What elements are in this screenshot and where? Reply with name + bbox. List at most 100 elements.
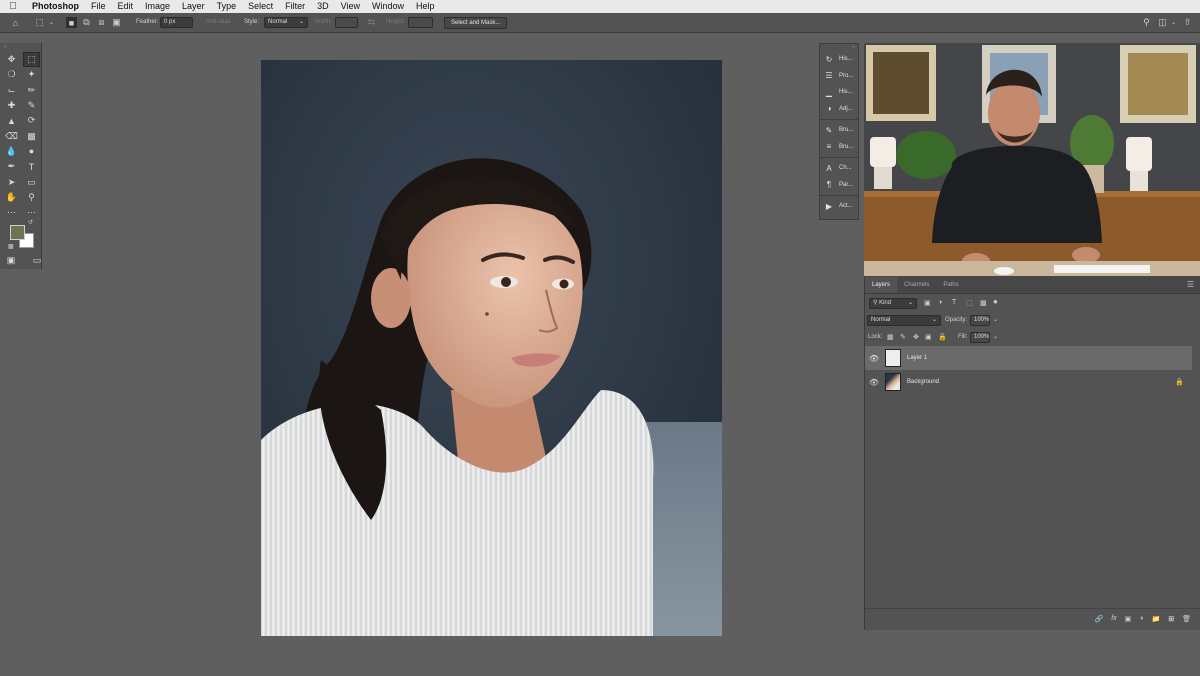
menu-select[interactable]: Select xyxy=(242,0,279,13)
filter-toggle-icon[interactable]: ● xyxy=(993,297,998,306)
home-icon[interactable]: ⌂ xyxy=(10,17,21,28)
chevron-down-icon[interactable]: ⌄ xyxy=(993,316,998,323)
layer-row-background[interactable]: 👁 Background 🔒 xyxy=(865,370,1192,394)
add-mask-icon[interactable]: ▣ xyxy=(1125,615,1132,623)
new-layer-icon[interactable]: ⊞ xyxy=(1168,615,1174,623)
swap-colors-icon[interactable]: ↺ xyxy=(28,219,33,226)
path-selection-tool-icon[interactable]: ➤ xyxy=(3,174,20,189)
panel-menu-icon[interactable]: ☰ xyxy=(1187,280,1194,289)
width-input[interactable] xyxy=(335,17,358,28)
new-selection-icon[interactable]: ■ xyxy=(66,17,77,28)
brush-tool-icon[interactable]: ✎ xyxy=(23,98,40,113)
app-menu[interactable]: Photoshop xyxy=(26,0,85,13)
type-tool-icon[interactable]: T xyxy=(23,159,40,174)
lasso-tool-icon[interactable]: ❍ xyxy=(3,67,20,82)
subtract-selection-icon[interactable]: ⧈ xyxy=(96,17,107,28)
fill-input[interactable]: 100% xyxy=(970,332,990,343)
menu-type[interactable]: Type xyxy=(211,0,243,13)
panel-character[interactable]: A Ch... xyxy=(820,160,858,177)
workspace-icon[interactable]: ◫ xyxy=(1157,17,1168,28)
marquee-tool-icon[interactable]: ⬚ xyxy=(23,52,40,68)
panel-adjustments[interactable]: ◑ Adj... xyxy=(820,101,858,118)
lock-position-icon[interactable]: ✥ xyxy=(913,333,919,341)
panel-brushes[interactable]: ✎ Bru... xyxy=(820,122,858,139)
tab-channels[interactable]: Channels xyxy=(897,277,936,293)
add-selection-icon[interactable]: ⧉ xyxy=(81,17,92,28)
marquee-preset-icon[interactable]: ⬚ xyxy=(34,17,45,28)
rectangle-tool-icon[interactable]: ▭ xyxy=(23,174,40,189)
adjustment-filter-icon[interactable]: ◑ xyxy=(938,299,942,306)
blur-tool-icon[interactable]: 💧 xyxy=(3,144,20,159)
gradient-tool-icon[interactable]: ▩ xyxy=(23,128,40,143)
adjustment-layer-icon[interactable]: ◑ xyxy=(1139,615,1143,622)
eraser-tool-icon[interactable]: ⌫ xyxy=(3,128,20,143)
tab-paths[interactable]: Paths xyxy=(936,277,965,293)
menu-image[interactable]: Image xyxy=(139,0,176,13)
chevron-down-icon[interactable]: ⌄ xyxy=(993,333,998,340)
more-tools-icon[interactable]: ⋯ xyxy=(23,205,40,220)
share-icon[interactable]: ⇧ xyxy=(1182,17,1193,28)
intersect-selection-icon[interactable]: ▣ xyxy=(111,17,122,28)
opacity-input[interactable]: 100% xyxy=(970,315,990,326)
crop-tool-icon[interactable]: ⌙ xyxy=(3,83,20,98)
delete-layer-icon[interactable]: 🗑 xyxy=(1182,615,1191,623)
panel-actions[interactable]: ▶ Act... xyxy=(820,198,858,215)
panel-paragraph[interactable]: ¶ Par... xyxy=(820,177,858,194)
zoom-tool-icon[interactable]: ⚲ xyxy=(23,190,40,205)
link-layers-icon[interactable]: 🔗 xyxy=(1094,615,1103,623)
healing-brush-tool-icon[interactable]: ✚ xyxy=(3,98,20,113)
hand-tool-icon[interactable]: ✋ xyxy=(3,190,20,205)
apple-menu-icon[interactable]:  xyxy=(0,1,26,12)
document-canvas[interactable] xyxy=(261,60,722,636)
blend-mode-select[interactable]: Normal ⌄ xyxy=(867,315,941,326)
menu-help[interactable]: Help xyxy=(410,0,441,13)
eyedropper-tool-icon[interactable]: ✏ xyxy=(23,83,40,98)
lock-icon[interactable]: 🔒 xyxy=(1175,378,1184,386)
smart-object-filter-icon[interactable]: ▩ xyxy=(980,299,987,307)
shape-filter-icon[interactable]: ⬚ xyxy=(966,299,973,307)
menu-filter[interactable]: Filter xyxy=(279,0,311,13)
history-brush-tool-icon[interactable]: ⟳ xyxy=(23,113,40,128)
panel-history[interactable]: ↻ His... xyxy=(820,51,858,68)
anti-alias-checkbox[interactable]: Anti-alias xyxy=(206,17,231,28)
type-filter-icon[interactable]: T xyxy=(952,299,956,306)
panel-brush-settings[interactable]: ≡ Bru... xyxy=(820,139,858,156)
search-icon[interactable]: ⚲ xyxy=(1141,17,1152,28)
layer-style-icon[interactable]: fx xyxy=(1111,615,1116,622)
dodge-tool-icon[interactable]: ● xyxy=(23,144,40,159)
chevron-down-icon[interactable]: ⌄ xyxy=(1168,17,1179,28)
feather-input[interactable]: 0 px xyxy=(160,17,193,28)
pixel-filter-icon[interactable]: ▣ xyxy=(924,299,931,307)
default-colors-icon[interactable]: ▩ xyxy=(8,243,14,250)
menu-3d[interactable]: 3D xyxy=(311,0,335,13)
quick-selection-tool-icon[interactable]: ✦ xyxy=(23,67,40,82)
quick-mask-icon[interactable]: ▣ xyxy=(4,255,18,266)
edit-toolbar-icon[interactable]: ⋯ xyxy=(3,205,20,220)
style-select[interactable]: Normal ⌄ xyxy=(264,17,308,28)
panel-expand-icon[interactable]: « xyxy=(820,44,858,51)
layer-row-layer-1[interactable]: 👁 Layer 1 xyxy=(865,346,1192,370)
lock-image-icon[interactable]: ✎ xyxy=(900,333,906,341)
screen-mode-icon[interactable]: ▭ xyxy=(30,255,44,266)
visibility-eye-icon[interactable]: 👁 xyxy=(865,378,883,387)
visibility-eye-icon[interactable]: 👁 xyxy=(865,354,883,363)
menu-view[interactable]: View xyxy=(335,0,366,13)
panel-histogram[interactable]: ▁ His... xyxy=(820,84,858,101)
move-tool-icon[interactable]: ✥ xyxy=(3,52,20,67)
foreground-color-swatch[interactable] xyxy=(10,225,25,240)
menu-file[interactable]: File xyxy=(85,0,112,13)
menu-window[interactable]: Window xyxy=(366,0,410,13)
lock-transparent-icon[interactable]: ▦ xyxy=(887,333,894,341)
menu-edit[interactable]: Edit xyxy=(112,0,140,13)
new-group-icon[interactable]: 📁 xyxy=(1152,615,1161,623)
kind-filter-select[interactable]: ⚲ Kind ⌄ xyxy=(869,298,917,309)
lock-artboard-icon[interactable]: ▣ xyxy=(925,333,932,341)
chevron-down-icon[interactable]: ⌄ xyxy=(46,17,57,28)
panel-collapse-icon[interactable]: » xyxy=(4,44,7,50)
height-input[interactable] xyxy=(408,17,433,28)
menu-layer[interactable]: Layer xyxy=(176,0,211,13)
panel-properties[interactable]: ☰ Pro... xyxy=(820,68,858,85)
tab-layers[interactable]: Layers xyxy=(865,277,898,293)
pen-tool-icon[interactable]: ✒ xyxy=(3,159,20,174)
swap-dimensions-icon[interactable]: ⇆ xyxy=(366,17,377,28)
